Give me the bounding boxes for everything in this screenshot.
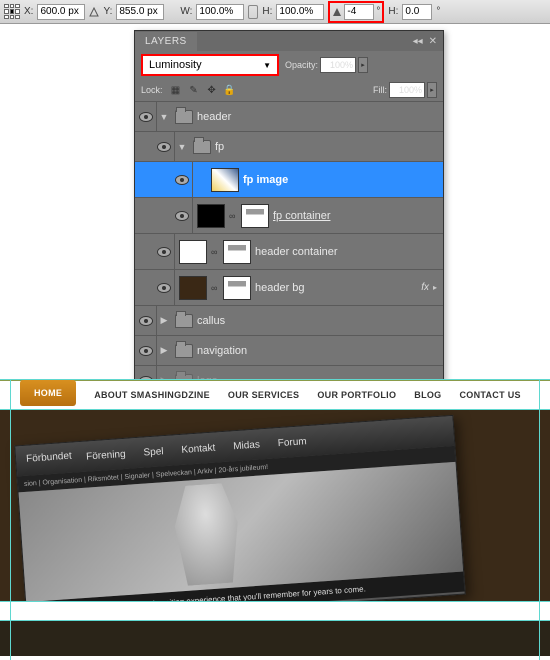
layer-fp-container[interactable]: ∞ fp container: [135, 197, 443, 233]
disclosure-closed-icon[interactable]: ▶: [157, 345, 171, 356]
rotate-group-highlight: °: [328, 1, 384, 23]
disclosure-open-icon[interactable]: ▼: [175, 142, 189, 152]
skew-h-field[interactable]: [402, 4, 432, 20]
website-mockup-canvas: HOME ABOUT SMASHINGDZINE OUR SERVICES OU…: [0, 380, 550, 660]
delta-icon[interactable]: [89, 7, 99, 17]
layer-group-header[interactable]: ▼ header: [135, 101, 443, 131]
hn-forening: Förening: [86, 448, 126, 462]
vector-mask-thumbnail[interactable]: [223, 276, 251, 300]
layer-group-navigation[interactable]: ▶ navigation: [135, 335, 443, 365]
layer-fp-image[interactable]: fp image: [135, 161, 443, 197]
panel-collapse-icon[interactable]: ◂◂: [413, 36, 423, 47]
panel-header: LAYERS ◂◂ ✕: [135, 31, 443, 51]
link-wh-icon[interactable]: [248, 5, 258, 19]
nav-blog[interactable]: BLOG: [414, 390, 441, 400]
hn-forum: Forum: [277, 436, 307, 449]
layer-group-callus[interactable]: ▶ callus: [135, 305, 443, 335]
layer-header-container[interactable]: ∞ header container: [135, 233, 443, 269]
x-field[interactable]: [37, 4, 85, 20]
fx-disclosure-icon[interactable]: ▸: [433, 283, 437, 292]
layer-header-bg[interactable]: ∞ header bg fx ▸: [135, 269, 443, 305]
layer-thumbnail[interactable]: [179, 276, 207, 300]
opacity-slider-icon[interactable]: ▸: [358, 57, 368, 73]
blend-mode-value: Luminosity: [149, 59, 202, 71]
hn-spel: Spel: [143, 446, 164, 458]
nav-contact[interactable]: CONTACT US: [459, 390, 520, 400]
footer-strip: [0, 620, 550, 656]
folder-icon: [175, 314, 193, 328]
h-label: H:: [262, 6, 272, 17]
lock-position-icon[interactable]: ✥: [205, 83, 219, 97]
skew-h-unit: °: [436, 6, 440, 17]
hero-footer-strip: [0, 602, 550, 620]
x-label: X:: [24, 6, 33, 17]
y-label: Y:: [103, 6, 112, 17]
layer-thumbnail[interactable]: [211, 168, 239, 192]
folder-icon: [175, 110, 193, 124]
w-field[interactable]: [196, 4, 244, 20]
visibility-icon[interactable]: [139, 346, 153, 356]
layer-group-fp[interactable]: ▼ fp: [135, 131, 443, 161]
lock-label: Lock:: [141, 85, 163, 95]
reference-point-icon[interactable]: [4, 4, 20, 20]
layers-panel: LAYERS ◂◂ ✕ Luminosity ▼ Opacity: 100% ▸…: [134, 30, 444, 396]
visibility-icon[interactable]: [157, 247, 171, 257]
disclosure-closed-icon[interactable]: ▶: [157, 315, 171, 326]
rotate-field[interactable]: [344, 4, 374, 20]
link-chain-icon[interactable]: ∞: [211, 247, 219, 257]
blend-opacity-row: Luminosity ▼ Opacity: 100% ▸: [135, 51, 443, 79]
fill-label: Fill:: [373, 85, 387, 95]
rotate-unit: °: [376, 6, 380, 17]
fx-badge[interactable]: fx: [421, 282, 429, 293]
blend-mode-select[interactable]: Luminosity ▼: [141, 54, 279, 76]
disclosure-open-icon[interactable]: ▼: [157, 112, 171, 122]
link-chain-icon[interactable]: ∞: [211, 283, 219, 293]
visibility-icon[interactable]: [175, 175, 189, 185]
hero-area: Förening Spel Kontakt Midas Forum Förbun…: [0, 410, 550, 620]
site-nav-bar: HOME ABOUT SMASHINGDZINE OUR SERVICES OU…: [0, 380, 550, 410]
hn-midas: Midas: [233, 439, 260, 452]
nav-portfolio[interactable]: OUR PORTFOLIO: [317, 390, 396, 400]
panel-close-icon[interactable]: ✕: [429, 36, 437, 47]
layer-thumbnail[interactable]: [179, 240, 207, 264]
folder-icon: [175, 344, 193, 358]
visibility-icon[interactable]: [157, 283, 171, 293]
guide-vertical[interactable]: [539, 380, 540, 660]
opacity-field[interactable]: 100%: [320, 57, 356, 73]
visibility-icon[interactable]: [157, 142, 171, 152]
transform-options-bar: X: Y: W: H: ° H: °: [0, 0, 550, 24]
rotate-icon[interactable]: [332, 7, 342, 17]
skew-h-label: H:: [388, 6, 398, 17]
guide-vertical[interactable]: [10, 380, 11, 660]
vector-mask-thumbnail[interactable]: [241, 204, 269, 228]
h-field[interactable]: [276, 4, 324, 20]
lock-transparency-icon[interactable]: ▦: [169, 83, 183, 97]
vector-mask-thumbnail[interactable]: [223, 240, 251, 264]
link-chain-icon[interactable]: ∞: [229, 211, 237, 221]
nav-services[interactable]: OUR SERVICES: [228, 390, 299, 400]
lock-all-icon[interactable]: 🔒: [223, 83, 237, 97]
chevron-down-icon: ▼: [263, 61, 271, 70]
visibility-icon[interactable]: [175, 211, 189, 221]
lock-image-icon[interactable]: ✎: [187, 83, 201, 97]
layer-list: ▼ header ▼ fp fp image ∞ fp container ∞: [135, 101, 443, 395]
folder-icon: [193, 140, 211, 154]
hn-kontakt: Kontakt: [181, 442, 216, 455]
lock-fill-row: Lock: ▦ ✎ ✥ 🔒 Fill: 100% ▸: [135, 79, 443, 101]
fill-field[interactable]: 100%: [389, 82, 425, 98]
w-label: W:: [180, 6, 192, 17]
nav-home[interactable]: HOME: [20, 380, 76, 406]
layers-tab[interactable]: LAYERS: [135, 32, 197, 51]
hero-rotated-image[interactable]: Förening Spel Kontakt Midas Forum Förbun…: [14, 415, 465, 620]
layer-thumbnail[interactable]: [197, 204, 225, 228]
y-field[interactable]: [116, 4, 164, 20]
opacity-label: Opacity:: [285, 60, 318, 70]
nav-about[interactable]: ABOUT SMASHINGDZINE: [94, 390, 210, 400]
hero-figure: [159, 481, 256, 587]
visibility-icon[interactable]: [139, 112, 153, 122]
hn-forbundet: Förbundet: [26, 451, 72, 465]
visibility-icon[interactable]: [139, 316, 153, 326]
fill-slider-icon[interactable]: ▸: [427, 82, 437, 98]
